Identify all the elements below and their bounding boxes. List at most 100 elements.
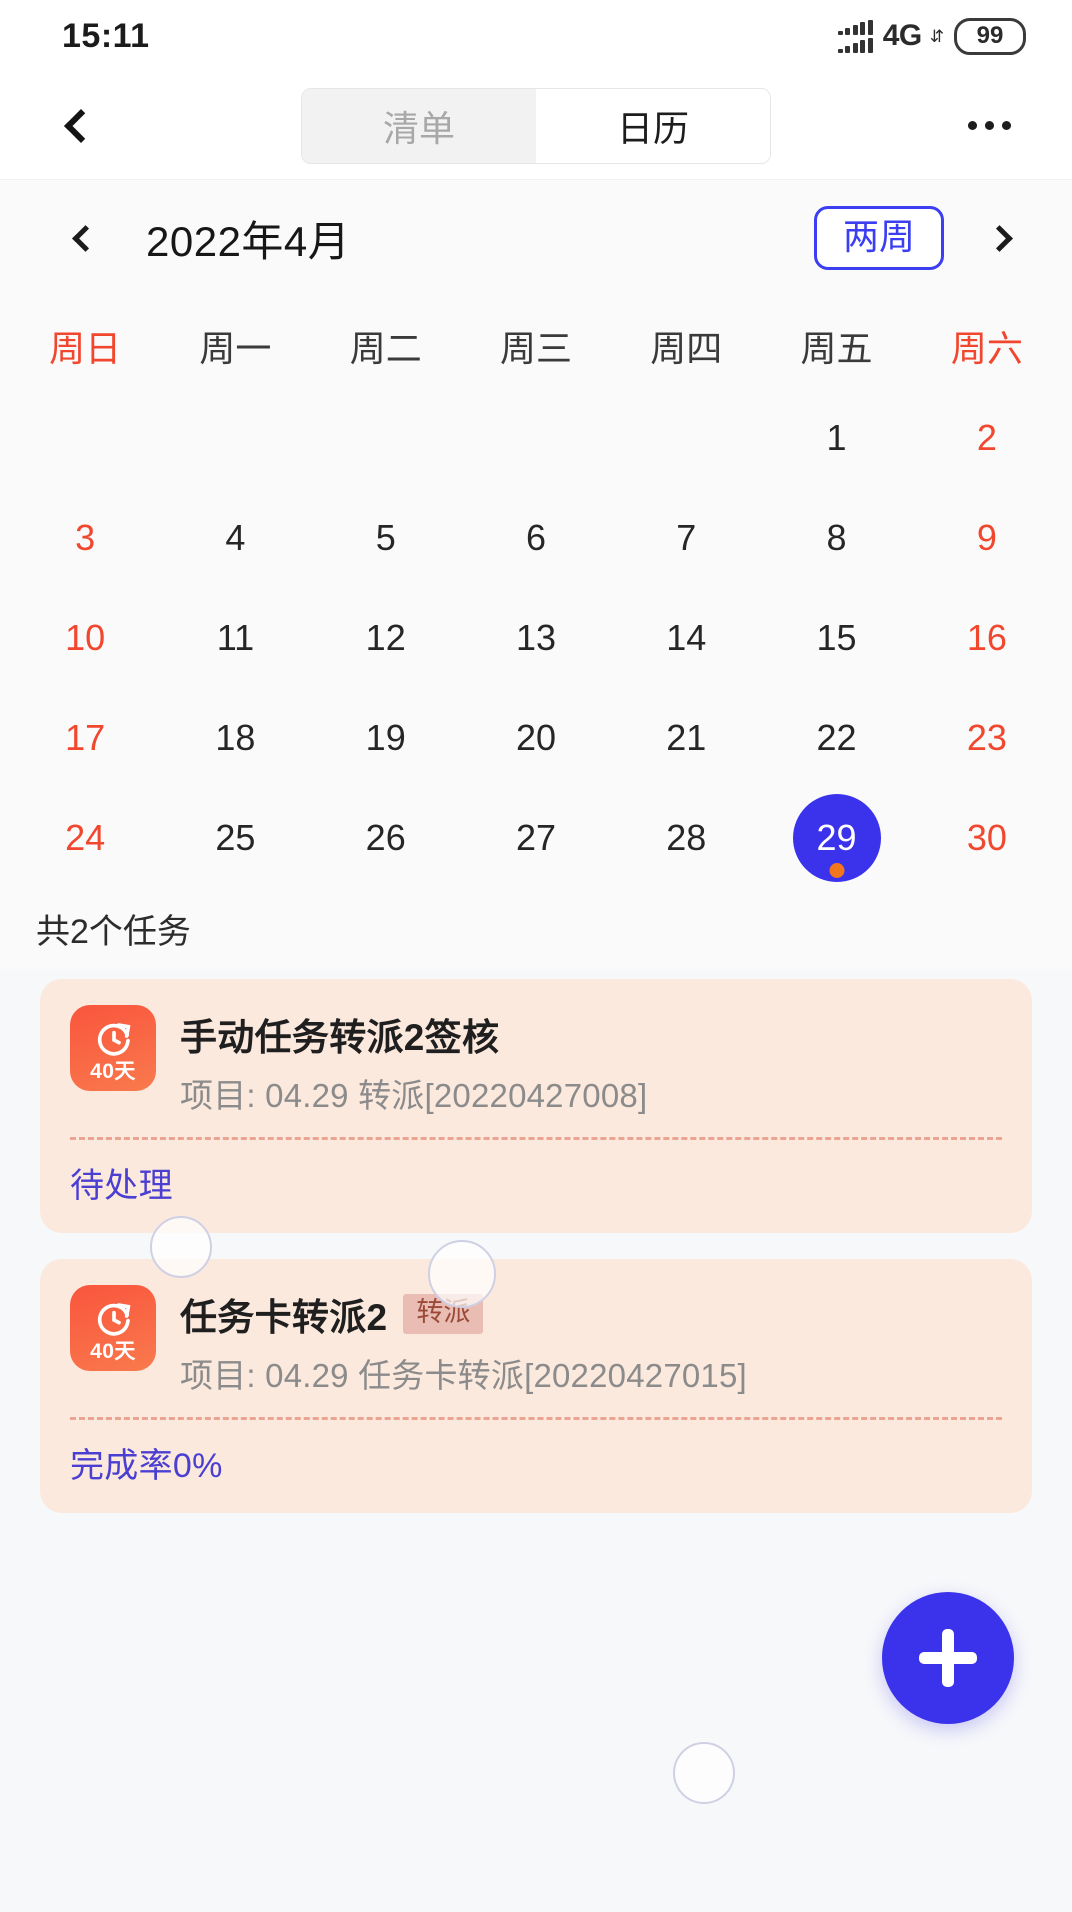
refresh-clock-icon: 40天 xyxy=(70,1285,156,1371)
task-status: 待处理 xyxy=(70,1167,173,1205)
calendar-day-number: 12 xyxy=(365,617,406,658)
calendar-day-empty xyxy=(311,388,461,488)
more-options-button[interactable] xyxy=(954,96,1024,156)
calendar-day-8[interactable]: 8 xyxy=(761,488,911,588)
calendar-day-9[interactable]: 9 xyxy=(912,488,1062,588)
calendar-day-number: 13 xyxy=(515,617,556,658)
calendar-day-number: 1 xyxy=(826,417,847,458)
calendar-day-23[interactable]: 23 xyxy=(912,688,1062,788)
task-title-row: 手动任务转派2签核 xyxy=(180,1007,1002,1061)
status-indicators: 4G ⇵ 99 xyxy=(837,17,1026,55)
task-subtitle: 项目: 04.29 任务卡转派[20220427015] xyxy=(180,1357,747,1394)
calendar-day-27[interactable]: 27 xyxy=(461,788,611,888)
task-status: 完成率0% xyxy=(70,1447,223,1485)
calendar-day-15[interactable]: 15 xyxy=(761,588,911,688)
calendar-day-6[interactable]: 6 xyxy=(461,488,611,588)
weekday-label-sun: 周日 xyxy=(49,328,122,369)
calendar-day-25[interactable]: 25 xyxy=(160,788,310,888)
previous-period-button[interactable] xyxy=(58,211,112,265)
calendar-day-13[interactable]: 13 xyxy=(461,588,611,688)
calendar-day-number: 23 xyxy=(966,717,1007,758)
task-card[interactable]: 40天 手动任务转派2签核项目: 04.29 转派[20220427008] 待处理 xyxy=(40,979,1032,1233)
calendar-day-number: 14 xyxy=(666,617,707,658)
calendar-month-title: 2022年4月 xyxy=(146,217,351,265)
calendar-day-number: 5 xyxy=(375,517,396,558)
calendar-day-16[interactable]: 16 xyxy=(912,588,1062,688)
task-card[interactable]: 40天 任务卡转派2 转派 项目: 04.29 任务卡转派[20220427015] 完… xyxy=(40,1259,1032,1513)
weekday-label-tue: 周二 xyxy=(349,328,422,369)
tab-calendar[interactable]: 日历 xyxy=(536,88,770,163)
add-task-fab[interactable] xyxy=(882,1592,1014,1724)
calendar-day-number: 27 xyxy=(515,817,556,858)
weekday-label-thu: 周四 xyxy=(650,328,723,369)
calendar-day-number: 21 xyxy=(666,717,707,758)
calendar-day-number: 15 xyxy=(816,617,857,658)
calendar-day-24[interactable]: 24 xyxy=(10,788,160,888)
task-card-divider xyxy=(70,1417,1002,1420)
calendar-day-number: 10 xyxy=(65,617,106,658)
signal-bars-icon xyxy=(837,19,873,53)
calendar-day-12[interactable]: 12 xyxy=(311,588,461,688)
calendar-day-number: 16 xyxy=(966,617,1007,658)
range-toggle-button[interactable]: 两周 xyxy=(813,206,944,270)
calendar-header: 2022年4月 两周 xyxy=(0,180,1072,296)
calendar-day-number: 30 xyxy=(966,817,1007,858)
calendar-day-number: 25 xyxy=(215,817,256,858)
weekday-label-wed: 周三 xyxy=(499,328,572,369)
calendar-day-26[interactable]: 26 xyxy=(311,788,461,888)
back-button[interactable] xyxy=(48,93,114,159)
calendar-panel: 2022年4月 两周 周日 周一 周二 周三 周四 周五 周六 12345678… xyxy=(0,180,1072,969)
chevron-left-icon xyxy=(71,224,99,252)
calendar-day-14[interactable]: 14 xyxy=(611,588,761,688)
refresh-clock-icon: 40天 xyxy=(70,1005,156,1091)
next-period-button[interactable] xyxy=(972,211,1026,265)
task-duration-label: 40天 xyxy=(90,1059,136,1083)
calendar-date-grid: 1 2 3 4 5 6 7 8 9 10 11 12 13 14 15 16 17 18 19 20 21 22 23 24 2… xyxy=(0,388,1072,888)
calendar-day-number: 20 xyxy=(515,717,556,758)
calendar-day-17[interactable]: 17 xyxy=(10,688,160,788)
calendar-day-10[interactable]: 10 xyxy=(10,588,160,688)
calendar-day-number: 24 xyxy=(65,817,106,858)
more-options-icon xyxy=(967,121,977,130)
calendar-day-19[interactable]: 19 xyxy=(311,688,461,788)
calendar-day-number: 26 xyxy=(365,817,406,858)
calendar-day-number: 11 xyxy=(216,617,255,658)
calendar-day-number: 19 xyxy=(365,717,406,758)
touch-indicator xyxy=(673,1742,735,1804)
calendar-day-29[interactable]: 29 xyxy=(761,788,911,888)
task-title: 手动任务转派2签核 xyxy=(180,1017,500,1058)
calendar-day-22[interactable]: 22 xyxy=(761,688,911,788)
task-title: 任务卡转派2 xyxy=(180,1297,388,1338)
calendar-day-20[interactable]: 20 xyxy=(461,688,611,788)
calendar-day-1[interactable]: 1 xyxy=(761,388,911,488)
calendar-day-2[interactable]: 2 xyxy=(912,388,1062,488)
navigation-bar: 清单 日历 xyxy=(0,72,1072,180)
calendar-day-empty xyxy=(10,388,160,488)
calendar-day-number xyxy=(342,394,430,482)
battery-indicator: 99 xyxy=(954,17,1026,55)
calendar-day-4[interactable]: 4 xyxy=(160,488,310,588)
calendar-day-empty xyxy=(461,388,611,488)
calendar-day-30[interactable]: 30 xyxy=(912,788,1062,888)
calendar-day-number: 7 xyxy=(676,517,697,558)
calendar-week-row: 12 xyxy=(0,388,1072,488)
chevron-right-icon xyxy=(985,224,1013,252)
task-subtitle: 项目: 04.29 转派[20220427008] xyxy=(180,1077,648,1114)
calendar-day-7[interactable]: 7 xyxy=(611,488,761,588)
app-root: 15:11 4G ⇵ 99 清单 日历 2022年4月 两周 周日 周一 周二 … xyxy=(0,0,1072,1912)
calendar-day-21[interactable]: 21 xyxy=(611,688,761,788)
task-card-text: 任务卡转派2 转派 项目: 04.29 任务卡转派[20220427015] xyxy=(180,1285,1002,1397)
calendar-day-18[interactable]: 18 xyxy=(160,688,310,788)
calendar-day-5[interactable]: 5 xyxy=(311,488,461,588)
calendar-week-row: 10 11 12 13 14 15 16 xyxy=(0,588,1072,688)
calendar-day-number xyxy=(642,394,730,482)
calendar-day-3[interactable]: 3 xyxy=(10,488,160,588)
more-options-icon-dot3 xyxy=(1001,121,1011,130)
calendar-day-28[interactable]: 28 xyxy=(611,788,761,888)
tab-list[interactable]: 清单 xyxy=(302,88,536,163)
calendar-day-empty xyxy=(611,388,761,488)
status-bar: 15:11 4G ⇵ 99 xyxy=(0,0,1072,72)
calendar-day-11[interactable]: 11 xyxy=(160,588,310,688)
calendar-week-row: 17 18 19 20 21 22 23 xyxy=(0,688,1072,788)
calendar-day-number: 2 xyxy=(976,417,997,458)
